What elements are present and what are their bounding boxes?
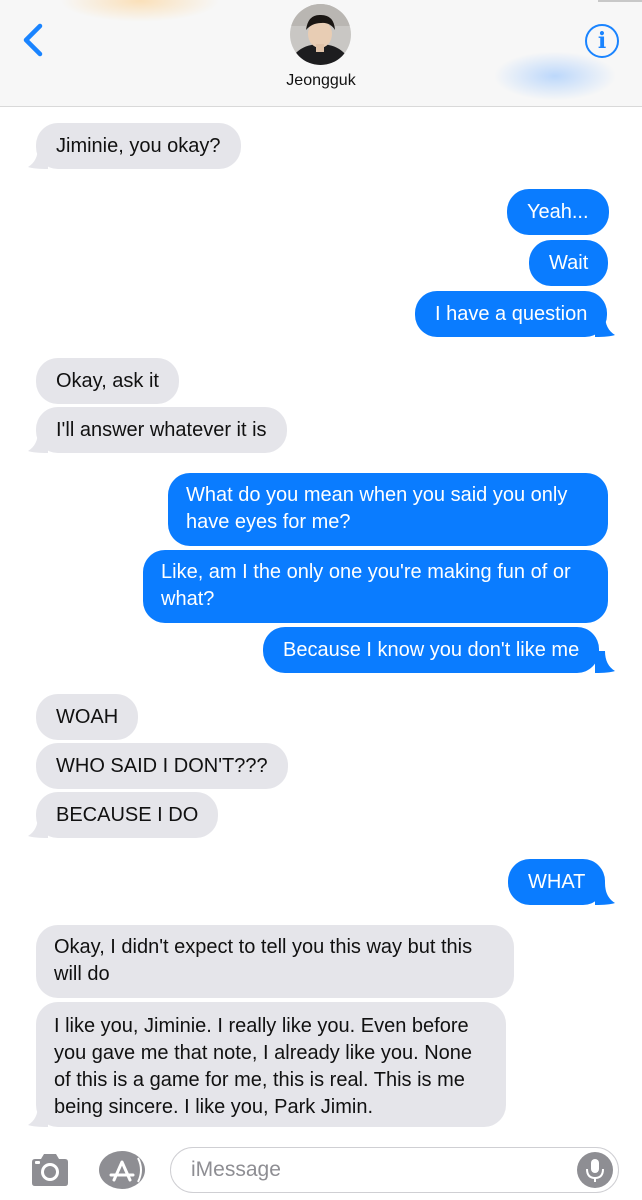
blurred-area <box>60 0 220 22</box>
bubble-tail <box>595 651 617 673</box>
bubble-tail <box>26 1105 48 1127</box>
camera-icon <box>32 1154 68 1186</box>
message-field[interactable] <box>170 1147 619 1193</box>
microphone-button[interactable] <box>577 1152 613 1188</box>
incoming-message[interactable]: Okay, I didn't expect to tell you this w… <box>36 925 514 998</box>
outgoing-message[interactable]: Like, am I the only one you're making fu… <box>143 550 608 623</box>
imessage-input[interactable] <box>191 1148 571 1192</box>
bubble-tail <box>26 431 48 453</box>
contact-name[interactable]: Jeongguk <box>0 72 642 90</box>
info-icon: i <box>597 28 607 54</box>
incoming-message[interactable]: BECAUSE I DO <box>36 792 219 838</box>
bubble-tail <box>26 816 48 838</box>
incoming-message[interactable]: I like you, Jiminie. I really like you. … <box>36 1002 506 1127</box>
bubble-tail <box>595 315 617 337</box>
chevron-left-icon <box>23 23 43 57</box>
contact-avatar[interactable] <box>290 4 351 65</box>
info-button[interactable]: i <box>585 24 619 58</box>
incoming-message[interactable]: Jiminie, you okay? <box>36 123 241 169</box>
incoming-message[interactable]: WOAH <box>36 694 139 740</box>
outgoing-message[interactable]: WHAT <box>508 859 606 905</box>
app-store-button[interactable] <box>98 1150 146 1190</box>
incoming-message[interactable]: Okay, ask it <box>36 358 179 404</box>
incoming-message[interactable]: I'll answer whatever it is <box>36 407 287 453</box>
back-button[interactable] <box>14 18 54 62</box>
incoming-message[interactable]: WHO SAID I DON'T??? <box>36 743 288 789</box>
avatar-image <box>290 4 351 65</box>
outgoing-message[interactable]: Because I know you don't like me <box>263 627 600 673</box>
status-bar-edge <box>598 0 642 2</box>
message-input-bar <box>0 1140 642 1200</box>
bubble-tail <box>595 883 617 905</box>
microphone-icon <box>586 1159 604 1182</box>
app-store-icon <box>99 1151 145 1189</box>
outgoing-message[interactable]: Yeah... <box>507 189 609 235</box>
bubble-tail <box>26 147 48 169</box>
conversation-header: Jeongguk i <box>0 0 642 107</box>
outgoing-message[interactable]: Wait <box>529 240 609 286</box>
outgoing-message[interactable]: What do you mean when you said you only … <box>168 473 608 546</box>
camera-button[interactable] <box>28 1152 72 1188</box>
outgoing-message[interactable]: I have a question <box>415 291 608 337</box>
